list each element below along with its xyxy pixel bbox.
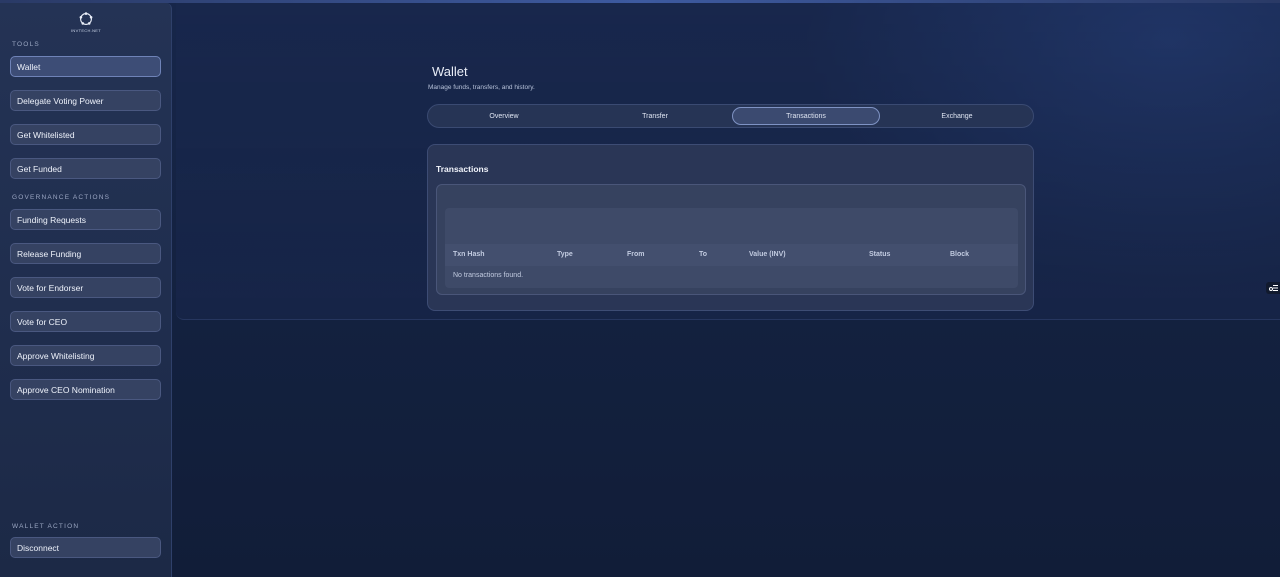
page-subtitle: Manage funds, transfers, and history. <box>428 84 535 91</box>
sidebar-item-approve-whitelisting[interactable]: Approve Whitelisting <box>10 345 161 366</box>
brand-logo[interactable]: INVTECH.NET <box>71 11 101 35</box>
empty-state-message: No transactions found. <box>453 272 524 279</box>
table-header-row: Txn Hash Type From To Value (INV) Status… <box>445 244 1018 266</box>
settings-sliders-icon[interactable] <box>1266 282 1280 294</box>
sidebar-item-funding-requests[interactable]: Funding Requests <box>10 209 161 230</box>
transactions-card-title: Transactions <box>436 164 489 174</box>
page-title: Wallet <box>432 64 468 79</box>
tab-transfer[interactable]: Transfer <box>581 107 729 125</box>
tab-exchange[interactable]: Exchange <box>883 107 1031 125</box>
wallet-action-section-label: WALLET ACTION <box>12 523 80 530</box>
column-header-value[interactable]: Value (INV) <box>749 251 786 258</box>
sidebar-item-delegate-voting-power[interactable]: Delegate Voting Power <box>10 90 161 111</box>
sidebar-item-get-whitelisted[interactable]: Get Whitelisted <box>10 124 161 145</box>
sidebar-item-get-funded[interactable]: Get Funded <box>10 158 161 179</box>
logo-text: INVTECH.NET <box>71 28 101 33</box>
column-header-block[interactable]: Block <box>950 251 969 258</box>
column-header-status[interactable]: Status <box>869 251 890 258</box>
column-header-to[interactable]: To <box>699 251 707 258</box>
sidebar-item-release-funding[interactable]: Release Funding <box>10 243 161 264</box>
column-header-type[interactable]: Type <box>557 251 573 258</box>
disconnect-button[interactable]: Disconnect <box>10 537 161 558</box>
wallet-tabs: Overview Transfer Transactions Exchange <box>427 104 1034 128</box>
sidebar-item-wallet[interactable]: Wallet <box>10 56 161 77</box>
tab-transactions[interactable]: Transactions <box>732 107 880 125</box>
transactions-card: Transactions Txn Hash Type From To Value… <box>427 144 1034 311</box>
sidebar-item-approve-ceo-nomination[interactable]: Approve CEO Nomination <box>10 379 161 400</box>
tools-section-label: TOOLS <box>12 41 40 48</box>
governance-section-label: GOVERNANCE ACTIONS <box>12 194 111 201</box>
sidebar-item-vote-for-ceo[interactable]: Vote for CEO <box>10 311 161 332</box>
network-star-icon <box>79 12 93 25</box>
sidebar-item-vote-for-endorser[interactable]: Vote for Endorser <box>10 277 161 298</box>
sidebar: INVTECH.NET TOOLS Wallet Delegate Voting… <box>0 3 172 577</box>
column-header-from[interactable]: From <box>627 251 645 258</box>
tab-overview[interactable]: Overview <box>430 107 578 125</box>
sliders-glyph <box>1268 285 1278 291</box>
transactions-table[interactable]: Txn Hash Type From To Value (INV) Status… <box>445 208 1018 288</box>
column-header-txn-hash[interactable]: Txn Hash <box>453 251 485 258</box>
transactions-table-container: Txn Hash Type From To Value (INV) Status… <box>436 184 1026 295</box>
